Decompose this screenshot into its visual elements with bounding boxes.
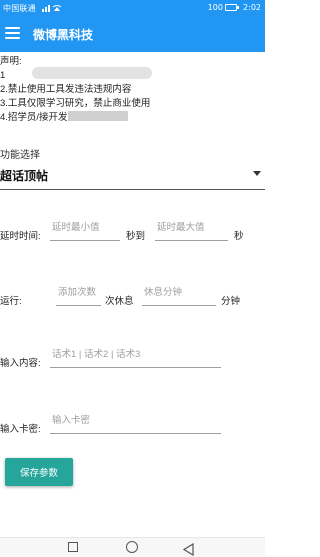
dropdown-caret-icon [253, 171, 261, 176]
notice-line-3: 3.工具仅限学习研究，禁止商业使用 [0, 98, 151, 109]
notice-line-2: 2.禁止使用工具发违法违规内容 [0, 84, 132, 95]
function-select[interactable]: 超话顶帖 [0, 162, 265, 186]
run-rest-label: 次休息 [105, 296, 134, 307]
app-title: 微博黑科技 [33, 28, 94, 42]
delay-min-input[interactable] [50, 219, 120, 241]
select-underline [0, 189, 265, 190]
notice-line-4: 4.招学员/接开发 [0, 111, 265, 125]
battery-icon [225, 4, 240, 11]
square-recents-icon[interactable] [68, 542, 78, 552]
notice-line-1: 1 [0, 70, 6, 81]
run-unit-label: 分钟 [221, 296, 241, 307]
redacted-text [67, 111, 128, 121]
card-key-label: 输入卡密: [0, 424, 41, 435]
circle-home-icon[interactable] [126, 541, 138, 553]
save-params-button[interactable]: 保存参数 [5, 458, 73, 486]
signal-wifi-icon [41, 4, 64, 14]
carrier-label: 中国联通 [3, 4, 36, 13]
delay-to-label: 秒到 [126, 231, 146, 242]
delay-max-input[interactable] [155, 219, 228, 241]
notice-line-4-text: 4.招学员/接开发 [0, 112, 68, 123]
delay-unit-label: 秒 [234, 231, 244, 242]
run-count-input[interactable] [56, 284, 101, 306]
content-input[interactable] [50, 346, 221, 368]
notice-heading: 声明: [0, 56, 22, 67]
hamburger-menu-icon[interactable] [5, 27, 20, 39]
system-nav-bar [0, 537, 265, 557]
function-select-value: 超话顶帖 [0, 169, 49, 183]
function-select-label: 功能选择 [0, 150, 40, 161]
delay-label: 延时时间: [0, 231, 41, 242]
status-bar: 中国联通 100 2:02 [0, 0, 265, 16]
app-bar: 微博黑科技 [0, 16, 265, 52]
battery-level: 100 [207, 3, 223, 12]
triangle-back-icon[interactable] [182, 541, 194, 557]
rest-minutes-input[interactable] [142, 284, 216, 306]
notice-block: 声明: 1 2.禁止使用工具发违法违规内容 3.工具仅限学习研究，禁止商业使用 … [0, 55, 265, 125]
card-key-input[interactable] [50, 412, 221, 434]
run-label: 运行: [0, 296, 22, 307]
clock: 2:02 [243, 3, 261, 12]
content-label: 输入内容: [0, 358, 41, 369]
